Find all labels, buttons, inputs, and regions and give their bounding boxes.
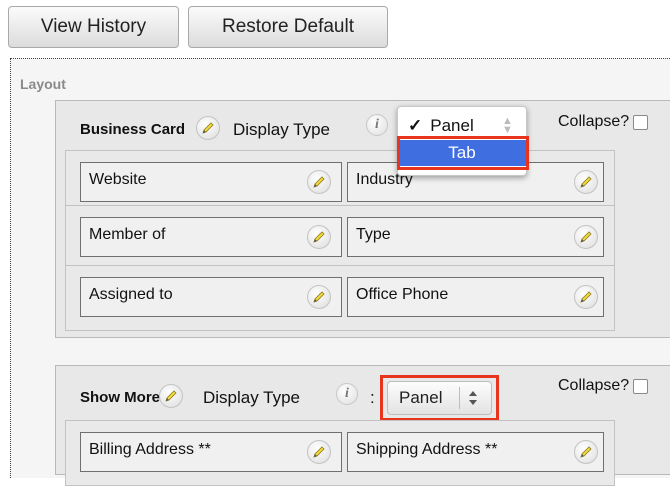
collapse-label: Collapse? [558,377,630,394]
field-assigned-to[interactable]: Assigned to [80,277,342,317]
edit-field-pencil-icon[interactable] [307,225,331,249]
field-website[interactable]: Website [80,162,342,202]
checkmark-icon: ✓ [408,116,423,135]
field-label: Member of [89,226,166,243]
edit-field-pencil-icon[interactable] [574,170,598,194]
collapse-label: Collapse? [558,113,630,130]
edit-panel-pencil-icon[interactable] [159,384,183,408]
info-icon[interactable]: i [336,383,358,405]
field-office-phone[interactable]: Office Phone [347,277,604,317]
field-label: Assigned to [89,286,173,303]
field-billing-address[interactable]: Billing Address ** [80,432,342,472]
up-down-arrows-icon: ▲ ▼ [502,115,513,136]
edit-field-pencil-icon[interactable] [574,440,598,464]
field-label: Type [356,226,391,243]
field-shipping-address[interactable]: Shipping Address ** [347,432,604,472]
option-label: Panel [430,116,474,135]
field-label: Office Phone [356,286,449,303]
field-type[interactable]: Type [347,217,604,257]
panel-title: Show More [80,389,161,406]
collapse-toggle[interactable]: Collapse? [558,113,649,131]
field-label: Website [89,171,147,188]
display-type-label: Display Type [233,120,331,139]
field-member-of[interactable]: Member of [80,217,342,257]
collapse-toggle[interactable]: Collapse? [558,377,649,395]
edit-field-pencil-icon[interactable] [307,440,331,464]
highlight-callout [380,375,499,421]
collapse-checkbox[interactable] [633,378,649,394]
edit-field-pencil-icon[interactable] [307,170,331,194]
collapse-checkbox[interactable] [633,114,649,130]
restore-default-button[interactable]: Restore Default [188,6,388,48]
edit-field-pencil-icon[interactable] [574,285,598,309]
edit-field-pencil-icon[interactable] [307,285,331,309]
panel-title: Business Card [80,121,186,138]
field-label: Billing Address ** [89,441,211,458]
label-separator: : [370,388,375,407]
field-label: Shipping Address ** [356,441,498,458]
display-type-label: Display Type [203,388,301,407]
edit-field-pencil-icon[interactable] [574,225,598,249]
view-history-button[interactable]: View History [8,6,179,48]
highlight-callout [397,136,529,170]
option-panel[interactable]: ✓ Panel [408,116,474,136]
edit-panel-pencil-icon[interactable] [196,116,220,140]
layout-label: Layout [20,76,66,92]
info-icon[interactable]: i [366,114,388,136]
